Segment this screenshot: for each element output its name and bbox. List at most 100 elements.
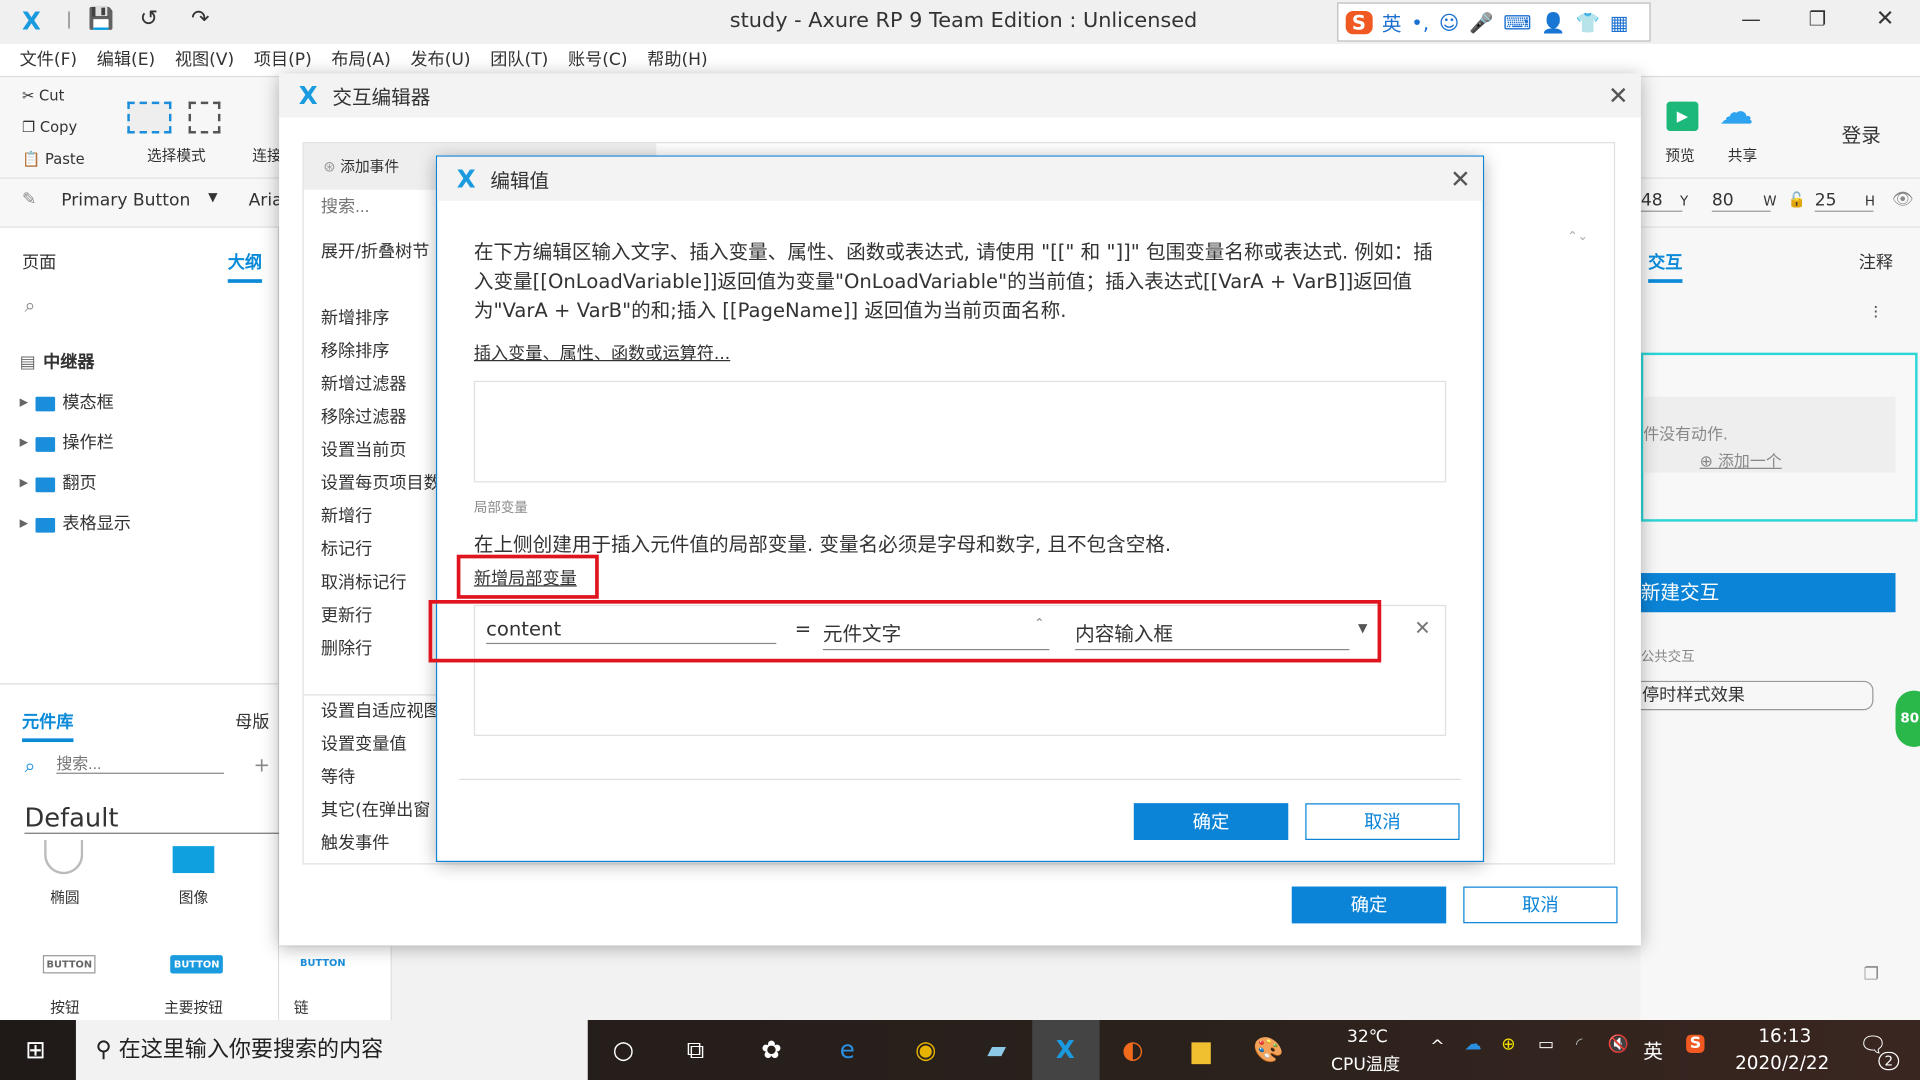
action-item[interactable]: 更新行	[304, 600, 436, 633]
chevron-up-icon[interactable]: ^	[1430, 1037, 1444, 1057]
action-item[interactable]: 移除排序	[304, 336, 436, 369]
menu-help[interactable]: 帮助(H)	[637, 44, 717, 76]
restore-panel-icon[interactable]: ❐	[1864, 965, 1879, 985]
link-button-widget-icon[interactable]: BUTTON	[300, 958, 346, 969]
sogou-icon[interactable]: S	[1686, 1034, 1705, 1054]
tree-item[interactable]: ▶ 模态框	[20, 383, 265, 423]
action-item[interactable]: 新增行	[304, 501, 436, 534]
grid-icon[interactable]: ▦	[1610, 10, 1629, 33]
minimize-button[interactable]: —	[1741, 7, 1761, 30]
settings-sliders-icon[interactable]: ⫶	[1873, 304, 1877, 324]
tree-root[interactable]: ▤ 中继器	[20, 343, 265, 383]
close-icon[interactable]: ✕	[1450, 164, 1471, 193]
mic-icon[interactable]: 🎤	[1469, 10, 1493, 33]
select-contained-icon[interactable]	[188, 101, 221, 134]
new-interaction-button[interactable]: 新建交互	[1640, 573, 1896, 613]
tree-item[interactable]: ▶ 翻页	[20, 464, 265, 504]
select-mode-icon[interactable]	[127, 101, 172, 134]
action-item[interactable]: 移除过滤器	[304, 402, 436, 435]
button-widget-icon[interactable]: BUTTON	[42, 955, 96, 974]
action-item[interactable]: 新增过滤器	[304, 369, 436, 402]
share-cloud-icon[interactable]: ☁	[1719, 92, 1753, 132]
library-dropdown[interactable]: Default	[24, 803, 280, 834]
action-search-input[interactable]	[320, 195, 432, 216]
paste-button[interactable]: 📋 Paste	[0, 143, 108, 175]
preview-icon[interactable]: ▶	[1666, 101, 1699, 132]
tab-libraries[interactable]: 元件库	[22, 709, 74, 743]
windows-start-icon[interactable]: ⊞	[18, 1032, 52, 1066]
file-explorer-icon[interactable]: ▆	[1184, 1032, 1218, 1066]
style-edit-icon[interactable]: ✎	[22, 190, 36, 210]
undo-icon[interactable]: ↺	[140, 6, 158, 32]
lock-icon[interactable]: 🔓	[1788, 191, 1806, 208]
action-item[interactable]: 展开/折叠树节	[304, 236, 436, 269]
maximize-button[interactable]: ❐	[1809, 7, 1827, 30]
cut-button[interactable]: ✂ Cut	[0, 80, 108, 112]
add-action-link[interactable]: ⊕ 添加一个	[1700, 448, 1782, 471]
copy-button[interactable]: ❐ Copy	[0, 111, 108, 143]
tab-interactions[interactable]: 交互	[1648, 250, 1683, 283]
action-item[interactable]: 触发事件	[304, 828, 436, 861]
menu-edit[interactable]: 编辑(E)	[87, 44, 165, 76]
delete-variable-icon[interactable]: ✕	[1414, 616, 1430, 639]
skin-icon[interactable]: 👕	[1576, 10, 1600, 33]
action-item[interactable]: 设置自适应视图	[304, 696, 436, 729]
hover-style-button[interactable]: 停时样式效果	[1635, 680, 1874, 711]
eye-icon[interactable]: 👁	[1892, 190, 1914, 210]
action-item[interactable]: 设置每页项目数	[304, 468, 436, 501]
volume-muted-icon[interactable]: 🔇	[1608, 1035, 1629, 1055]
chevron-down-icon[interactable]: ▼	[208, 191, 217, 204]
expand-icon[interactable]: ▶	[20, 424, 28, 464]
onedrive-icon[interactable]: ☁	[1464, 1035, 1481, 1055]
tree-item[interactable]: ▶ 操作栏	[20, 424, 265, 464]
ime-toolbar[interactable]: S 英 •, ☺ 🎤 ⌨ 👤 👕 ▦	[1337, 2, 1651, 42]
library-search-input[interactable]	[56, 754, 225, 774]
expand-icon[interactable]: ▶	[20, 464, 28, 504]
emoji-icon[interactable]: ☺	[1439, 10, 1459, 33]
action-item[interactable]: 删除行	[304, 633, 436, 666]
tab-notes[interactable]: 注释	[1859, 250, 1893, 274]
action-item[interactable]: 取消标记行	[304, 567, 436, 600]
add-library-icon[interactable]: +	[253, 753, 269, 776]
close-icon[interactable]: ✕	[1608, 81, 1629, 110]
action-item[interactable]: 设置变量值	[304, 729, 436, 762]
ok-button[interactable]: 确定	[1291, 886, 1447, 924]
punct-icon[interactable]: •,	[1411, 10, 1429, 33]
action-item[interactable]: 等待	[304, 762, 436, 795]
tab-outline[interactable]: 大纲	[227, 250, 263, 283]
image-widget-icon[interactable]	[172, 846, 215, 874]
speed-ball-widget[interactable]: 80	[1895, 690, 1920, 747]
insert-variable-link[interactable]: 插入变量、属性、函数或运算符...	[474, 340, 730, 364]
paint-icon[interactable]: 🎨	[1251, 1032, 1285, 1066]
save-icon[interactable]: 💾	[88, 7, 114, 31]
action-item[interactable]: 设置当前页	[304, 435, 436, 468]
scroll-arrows-icon[interactable]: ⌃⌄	[1567, 230, 1588, 243]
wifi-icon[interactable]: ◜	[1576, 1035, 1583, 1055]
menu-view[interactable]: 视图(V)	[165, 44, 244, 76]
tab-masters[interactable]: 母版	[235, 709, 269, 733]
ime-indicator[interactable]: 英	[1643, 1035, 1663, 1064]
user-icon[interactable]: 👤	[1541, 10, 1565, 33]
ie-icon[interactable]: e	[830, 1032, 864, 1066]
menu-account[interactable]: 账号(C)	[558, 44, 637, 76]
menu-file[interactable]: 文件(F)	[10, 44, 87, 76]
security-icon[interactable]: ⊕	[1501, 1035, 1515, 1055]
menu-publish[interactable]: 发布(U)	[401, 44, 481, 76]
cancel-button[interactable]: 取消	[1305, 803, 1460, 841]
ellipse-widget-icon[interactable]	[44, 840, 84, 875]
taskbar-search-box[interactable]: ⚲ 在这里输入你要搜索的内容	[75, 1020, 588, 1080]
clock-date[interactable]: 2020/2/22	[1735, 1052, 1829, 1074]
app-icon[interactable]: ✿	[754, 1032, 788, 1066]
battery-icon[interactable]: ▭	[1538, 1035, 1554, 1055]
primary-button-widget-icon[interactable]: BUTTON	[170, 955, 224, 974]
keyboard-icon[interactable]: ⌨	[1503, 10, 1531, 33]
tree-item[interactable]: ▶ 表格显示	[20, 504, 265, 544]
task-view-icon[interactable]: ⧉	[678, 1032, 712, 1066]
action-item[interactable]: 标记行	[304, 534, 436, 567]
menu-layout[interactable]: 布局(A)	[322, 44, 401, 76]
clock-time[interactable]: 16:13	[1758, 1025, 1811, 1047]
y-field[interactable]: 80	[1711, 191, 1771, 212]
menu-team[interactable]: 团队(T)	[480, 44, 558, 76]
axure-taskbar-button[interactable]: X	[1032, 1020, 1100, 1080]
action-item[interactable]	[304, 269, 436, 302]
